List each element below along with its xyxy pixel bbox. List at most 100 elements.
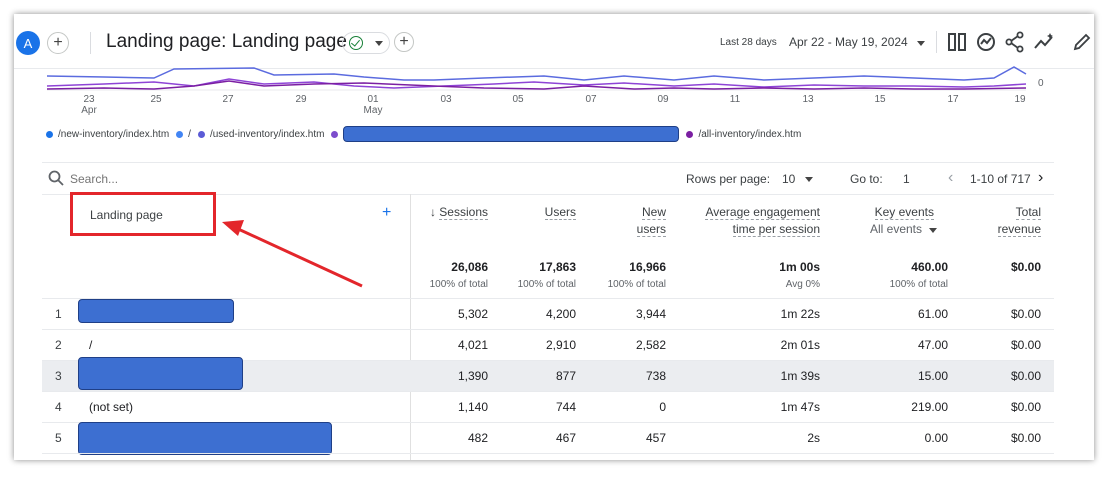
column-header-label: Key events xyxy=(874,205,934,220)
cell-sessions: 1,140 xyxy=(457,400,488,414)
data-quality-status[interactable] xyxy=(342,32,390,54)
cell-avg-engagement: 1m 22s xyxy=(780,307,820,321)
trend-sparkle-icon[interactable] xyxy=(1033,31,1055,53)
row-index: 1 xyxy=(55,307,62,321)
x-tick: 17 xyxy=(947,94,959,105)
column-header-total-revenue[interactable]: Total revenue xyxy=(974,204,1041,238)
column-header-label: New xyxy=(641,205,666,220)
prev-page-icon[interactable]: ‹ xyxy=(948,169,953,187)
cell-users: 4,200 xyxy=(545,307,576,321)
goto-input[interactable]: 1 xyxy=(903,172,910,186)
table-row[interactable]: 3 1,390 877 738 1m 39s 15.00 $0.00 xyxy=(42,357,1054,391)
add-dimension-icon[interactable]: + xyxy=(382,204,391,222)
date-dropdown-icon[interactable] xyxy=(917,41,925,46)
column-header-users[interactable]: Users xyxy=(514,204,576,221)
total-avg-engagement: 1m 00s xyxy=(779,260,820,274)
column-header-label: users xyxy=(636,222,666,237)
table-row[interactable]: 5 482 467 457 2s 0.00 $0.00 xyxy=(42,422,1054,455)
legend-item[interactable]: /new-inventory/index.htm xyxy=(46,129,169,140)
column-header-new-users[interactable]: New users xyxy=(594,204,666,238)
column-header-label: Sessions xyxy=(439,205,488,220)
table-row[interactable]: 4 (not set) 1,140 744 0 1m 47s 219.00 $0… xyxy=(42,391,1054,422)
cell-landing-page[interactable]: / xyxy=(89,338,92,352)
sort-down-icon: ↓ xyxy=(429,205,440,219)
table-row[interactable]: 1 5,302 4,200 3,944 1m 22s 61.00 $0.00 xyxy=(42,298,1054,329)
add-filter-icon[interactable]: + xyxy=(394,32,414,52)
column-header-label: Users xyxy=(544,205,576,220)
cell-new-users: 0 xyxy=(659,400,666,414)
edit-pencil-icon[interactable] xyxy=(1071,31,1093,53)
cell-landing-page[interactable]: (not set) xyxy=(89,400,133,414)
chevron-down-icon xyxy=(375,40,383,46)
row-index: 4 xyxy=(55,400,62,414)
row-index: 2 xyxy=(55,338,62,352)
cell-avg-engagement: 2m 01s xyxy=(780,338,820,352)
column-header-sessions[interactable]: ↓ Sessions xyxy=(416,204,488,221)
legend-item-redacted[interactable] xyxy=(331,126,680,142)
next-page-icon[interactable]: › xyxy=(1038,169,1043,187)
report-panel: A + Landing page: Landing page + Last 28… xyxy=(14,14,1094,460)
cell-users: 2,910 xyxy=(545,338,576,352)
account-avatar[interactable]: A xyxy=(16,31,40,55)
x-tick: 11 xyxy=(729,94,741,105)
series-line-new-inventory xyxy=(46,66,1027,81)
x-tick: 23 xyxy=(83,94,95,105)
cell-revenue: $0.00 xyxy=(1010,338,1041,352)
cell-users: 744 xyxy=(555,400,576,414)
legend-dot xyxy=(331,130,339,138)
legend-label: / xyxy=(188,128,191,140)
pagination-label: 1-10 of 717 xyxy=(970,172,1031,186)
chart-legend: /new-inventory/index.htm / /used-invento… xyxy=(46,126,808,142)
x-tick: 13 xyxy=(802,94,814,105)
search-input[interactable] xyxy=(70,170,310,188)
legend-label: /new-inventory/index.htm xyxy=(58,128,170,140)
column-header-avg-engagement[interactable]: Average engagement time per session xyxy=(680,204,820,238)
x-tick: 09 xyxy=(657,94,669,105)
legend-item[interactable]: / xyxy=(176,129,191,140)
x-tick: 03 xyxy=(440,94,452,105)
header-divider xyxy=(90,32,91,54)
key-events-filter[interactable]: All events xyxy=(834,221,922,238)
cell-sessions: 482 xyxy=(467,431,488,445)
y-tick-right: 0 xyxy=(1038,78,1044,89)
cell-key-events: 15.00 xyxy=(917,369,948,383)
x-tick: 01 xyxy=(367,94,379,105)
insights-icon[interactable] xyxy=(975,31,997,53)
search-icon xyxy=(48,170,64,186)
column-header-key-events[interactable]: Key events xyxy=(844,204,934,221)
total-sessions: 26,086 xyxy=(451,260,488,274)
total-new-users-pct: 100% of total xyxy=(607,279,666,290)
annotation-highlight-box xyxy=(70,192,216,236)
legend-item[interactable]: /used-inventory/index.htm xyxy=(197,128,325,140)
legend-dot xyxy=(197,130,205,138)
chart-bottom-border xyxy=(42,162,1054,163)
cell-new-users: 3,944 xyxy=(635,307,666,321)
toolbar-divider xyxy=(936,31,937,53)
date-range-picker[interactable]: Apr 22 - May 19, 2024 xyxy=(789,35,908,49)
legend-dot xyxy=(176,130,184,138)
x-tick: 27 xyxy=(222,94,234,105)
total-users: 17,863 xyxy=(539,260,576,274)
cell-sessions: 5,302 xyxy=(457,307,488,321)
legend-item[interactable]: /all-inventory/index.htm xyxy=(686,129,801,140)
rows-dropdown-icon[interactable] xyxy=(805,177,813,182)
share-icon[interactable] xyxy=(1004,31,1026,53)
add-comparison-icon[interactable]: + xyxy=(47,32,69,54)
column-header-label: Average engagement xyxy=(705,205,820,220)
rows-per-page-select[interactable]: 10 xyxy=(782,172,795,186)
total-key-events: 460.00 xyxy=(911,260,948,274)
column-header-label: time per session xyxy=(732,222,820,237)
cell-key-events: 0.00 xyxy=(924,431,948,445)
row-index: 3 xyxy=(55,369,62,383)
cell-sessions: 1,390 xyxy=(457,369,488,383)
compare-columns-icon[interactable] xyxy=(946,31,968,53)
cell-revenue: $0.00 xyxy=(1010,369,1041,383)
legend-label: /used-inventory/index.htm xyxy=(209,128,325,140)
total-users-pct: 100% of total xyxy=(517,279,576,290)
total-key-events-pct: 100% of total xyxy=(889,279,948,290)
x-tick: 15 xyxy=(874,94,886,105)
key-events-dropdown-icon[interactable] xyxy=(929,228,937,233)
redacted-block xyxy=(78,299,234,323)
table-row[interactable]: 2 / 4,021 2,910 2,582 2m 01s 47.00 $0.00 xyxy=(42,329,1054,360)
table-row-border xyxy=(42,453,1054,454)
